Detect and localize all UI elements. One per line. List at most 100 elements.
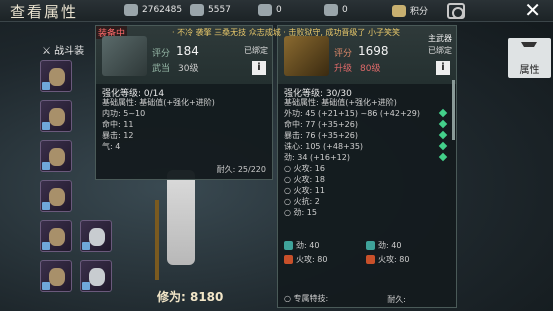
settings-gear-icon[interactable] (447, 3, 465, 19)
coin-icon (124, 4, 138, 16)
currency-1: 2762485 (124, 4, 182, 16)
character-body (167, 170, 195, 265)
item-thumbnail-icon (102, 36, 147, 76)
gem-value: 劲: 40 (378, 241, 402, 250)
score-label: 评分 (152, 49, 171, 59)
bind-icon (42, 82, 50, 90)
silver-icon (190, 4, 204, 16)
gear-icon (49, 268, 65, 286)
stat-line: 命中: 77 (+35+26) (284, 120, 358, 129)
stat-line: ○ 火攻: 16 (284, 164, 325, 173)
stat-line: ○ 劲: 15 (284, 208, 317, 217)
points[interactable]: 积分 (392, 4, 428, 17)
fire-gem-icon (366, 255, 375, 264)
equip-slot[interactable] (40, 180, 72, 212)
system-notice: · 不冷 袭擎 三桑无技 众志成城 · 击败狱守, 成功晋级了 小子笑笑 (172, 28, 400, 37)
close-button[interactable]: ✕ (524, 0, 541, 22)
level-label: 武当 (152, 64, 171, 74)
staff-icon (155, 200, 159, 280)
token-icon (324, 4, 338, 16)
jade-gem-icon (284, 241, 293, 250)
fire-gem-icon (284, 255, 293, 264)
equip-slot[interactable] (80, 220, 112, 252)
gem-line: 火攻: 80 (284, 254, 327, 265)
top-bar: 查看属性 2762485 5557 0 0 积分 ✕ (0, 0, 553, 22)
stat-line: 暴击: 76 (+35+26) (284, 131, 358, 140)
stat-line: ○ 火抗: 2 (284, 197, 320, 206)
equip-slot[interactable] (40, 140, 72, 172)
battle-gear-tab[interactable]: ⚔ 战斗装 (42, 42, 84, 57)
bind-icon (42, 162, 50, 170)
bound-label: 已绑定 (428, 46, 452, 55)
equipped-item-panel: 装备中 评分 184 武当 30级 已绑定 i 强化等级: 0/14 基础属性: … (95, 25, 273, 180)
stat-line: ○ 火攻: 18 (284, 175, 325, 184)
gear-icon (49, 188, 65, 206)
cap-icon (521, 42, 537, 56)
stat-line: 外功: 45 (+21+15) ~86 (+42+29) (284, 109, 420, 118)
upgrade-gem-icon (438, 108, 448, 118)
gem-value: 劲: 40 (296, 241, 320, 250)
attributes-tab-label: 属性 (519, 65, 540, 76)
item-level: 30级 (178, 64, 199, 74)
equip-slot[interactable] (40, 60, 72, 92)
special-skill: ○ 专属特技: (284, 294, 329, 303)
score-label: 评分 (334, 49, 353, 59)
item-score: 1698 (358, 44, 389, 58)
stat-line: 基础属性: 基础值(+强化+进阶) (102, 98, 215, 107)
cultivation-score: 修为: 8180 (157, 290, 224, 304)
stat-line: ○ 火攻: 11 (284, 186, 325, 195)
bind-icon (82, 242, 90, 250)
stat-line: 内功: 5~10 (102, 109, 146, 118)
compare-item-panel: 主武器 评分 1698 升级 80级 已绑定 i 强化等级: 30/30 基础属性… (277, 25, 457, 308)
stat-line: 命中: 11 (102, 120, 134, 129)
bind-icon (42, 202, 50, 210)
bind-icon (42, 122, 50, 130)
equip-slot[interactable] (40, 100, 72, 132)
upgrade-gem-icon (438, 141, 448, 151)
ring-icon (89, 228, 105, 246)
ingot-icon (258, 4, 272, 16)
stat-line: 气: 4 (102, 142, 121, 151)
bind-icon (42, 242, 50, 250)
gem-value: 火攻: 80 (378, 255, 410, 264)
equip-slot[interactable] (40, 260, 72, 292)
currency-3: 0 (258, 4, 282, 16)
gear-icon (49, 148, 65, 166)
item-thumbnail-icon (284, 36, 329, 76)
equip-slot[interactable] (80, 260, 112, 292)
gear-icon (49, 228, 65, 246)
scrollbar[interactable] (452, 80, 455, 140)
currency-4: 0 (324, 4, 348, 16)
weapon-type: 主武器 (428, 34, 452, 43)
info-button[interactable]: i (252, 61, 266, 75)
upgrade-gem-icon (438, 130, 448, 140)
item-score: 184 (176, 44, 199, 58)
info-button[interactable]: i (436, 61, 450, 75)
gear-icon (49, 108, 65, 126)
currency-2: 5557 (190, 4, 231, 16)
durability: 耐久: 25/220 (216, 165, 266, 174)
bind-icon (82, 282, 90, 290)
bind-icon (42, 282, 50, 290)
gem-value: 火攻: 80 (296, 255, 328, 264)
attributes-tab[interactable]: 属性 (508, 38, 551, 78)
stat-line: 基础属性: 基础值(+强化+进阶) (284, 98, 397, 107)
item-level: 80级 (360, 64, 381, 74)
weapon-icon (49, 68, 65, 86)
gem-line: 火攻: 80 (366, 254, 409, 265)
stat-line: 暴击: 12 (102, 131, 134, 140)
stat-line: 劲: 34 (+16+12) (284, 153, 350, 162)
ring-icon (89, 268, 105, 286)
jade-gem-icon (366, 241, 375, 250)
points-icon (392, 4, 406, 17)
level-label: 升级 (334, 64, 353, 74)
durability: 耐久: (387, 295, 406, 304)
gem-line: 劲: 40 (284, 240, 319, 251)
stat-line: 诛心: 105 (+48+35) (284, 142, 364, 151)
equip-slot[interactable] (40, 220, 72, 252)
page-title: 查看属性 (10, 3, 79, 21)
upgrade-gem-icon (438, 119, 448, 129)
gem-line: 劲: 40 (366, 240, 401, 251)
upgrade-gem-icon (438, 152, 448, 162)
bound-label: 已绑定 (244, 46, 268, 55)
